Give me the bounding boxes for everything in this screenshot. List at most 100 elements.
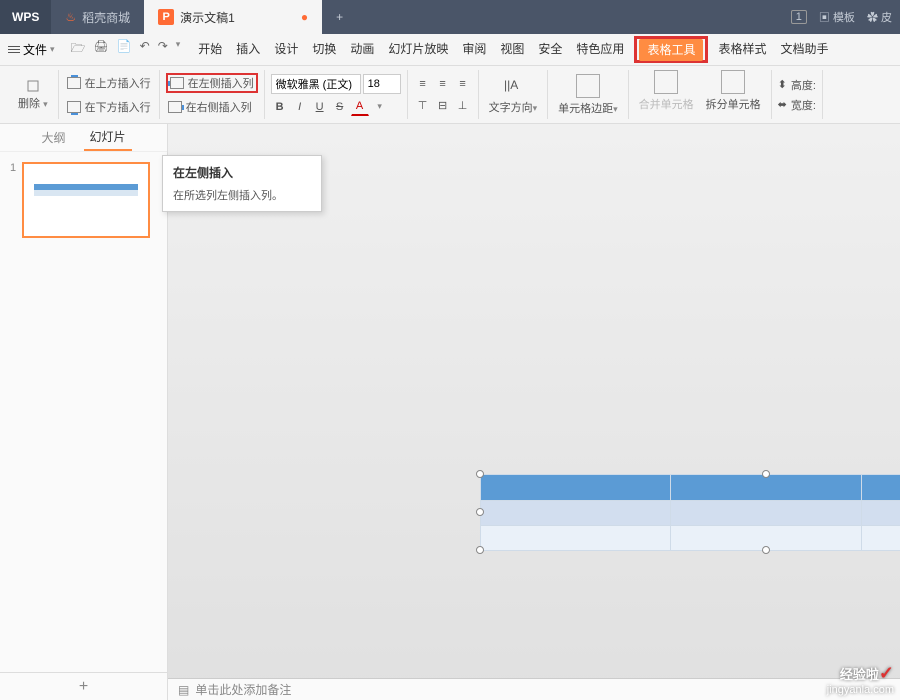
table-row (481, 475, 900, 501)
notification-badge[interactable]: 1 (791, 10, 807, 24)
merge-icon (654, 70, 678, 94)
ribbon-toolbar: 删除 ▾ 在上方插入行 在下方插入行 在左侧插入列 在右侧插入列 B I U (0, 66, 900, 124)
tab-start[interactable]: 开始 (194, 36, 226, 63)
panel-tabs: 大纲 幻灯片 (0, 124, 167, 152)
qa-more-icon[interactable]: ▾ (176, 39, 181, 60)
tab-tabletools[interactable]: 表格工具 (639, 39, 703, 61)
align-right-icon[interactable]: ≡ (454, 75, 472, 93)
table-object[interactable] (480, 474, 900, 550)
file-menu[interactable]: 文件 ▾ (8, 41, 55, 58)
tab-store-label: 稻壳商城 (82, 9, 130, 26)
insert-right-icon (168, 101, 182, 113)
section-merge-split: 合并单元格 拆分单元格 (629, 70, 772, 119)
insert-below-icon (67, 101, 81, 113)
menu-left: 文件 ▾ 🗁 🖨 📄 ↶ ↷ ▾ (8, 39, 180, 60)
cellmargin-label: 单元格边距▾ (558, 100, 618, 116)
notes-placeholder: 单击此处添加备注 (195, 681, 291, 698)
svg-text:||A: ||A (504, 78, 518, 92)
undo-icon[interactable]: ↶ (140, 39, 150, 60)
resize-handle[interactable] (476, 470, 484, 478)
insert-row-below[interactable]: 在下方插入行 (65, 97, 153, 117)
title-right-controls: 1 ▣ 模板 ✿ 皮 (791, 9, 900, 25)
tab-outline[interactable]: 大纲 (35, 125, 71, 150)
section-textdir: ||A 文字方向▾ (479, 70, 549, 119)
tab-tablestyle[interactable]: 表格样式 (714, 36, 770, 63)
width-label: 宽度: (791, 97, 816, 113)
ribbon-tabs: 开始 插入 设计 切换 动画 幻灯片放映 审阅 视图 安全 特色应用 表格工具 … (194, 36, 832, 63)
new-tab-button[interactable]: + (322, 10, 357, 24)
tab-transition[interactable]: 切换 (308, 36, 340, 63)
add-slide-button[interactable]: + (0, 672, 167, 700)
tab-special[interactable]: 特色应用 (572, 36, 628, 63)
tooltip-insert-left: 在左侧插入 在所选列左侧插入列。 (162, 155, 322, 212)
split-cells-button[interactable]: 拆分单元格 (702, 70, 765, 119)
tab-insert[interactable]: 插入 (232, 36, 264, 63)
width-row: ⬌ 宽度: (778, 97, 816, 113)
tab-security[interactable]: 安全 (534, 36, 566, 63)
tab-view[interactable]: 视图 (496, 36, 528, 63)
tooltip-body: 在所选列左侧插入列。 (173, 187, 311, 203)
bold-button[interactable]: B (271, 98, 289, 116)
resize-handle[interactable] (762, 546, 770, 554)
tab-slides[interactable]: 幻灯片 (84, 124, 132, 151)
valign-bot-icon[interactable]: ⊥ (454, 97, 472, 115)
font-size-select[interactable] (363, 74, 401, 94)
resize-handle[interactable] (476, 508, 484, 516)
section-delete: 删除 ▾ (8, 70, 59, 119)
thumb-table-icon (34, 184, 138, 196)
workspace: 大纲 幻灯片 1 + (0, 124, 900, 700)
align-center-icon[interactable]: ≡ (434, 75, 452, 93)
save-icon[interactable]: 🖨 (93, 39, 108, 60)
split-icon (721, 70, 745, 94)
italic-button[interactable]: I (291, 98, 309, 116)
tab-design[interactable]: 设计 (270, 36, 302, 63)
insert-col-left[interactable]: 在左侧插入列 (166, 73, 258, 93)
width-icon: ⬌ (778, 98, 787, 111)
textdir-label: 文字方向▾ (489, 99, 538, 115)
notes-icon: ▤ (178, 683, 189, 697)
redo-icon[interactable]: ↷ (158, 39, 168, 60)
font-more-icon[interactable]: ▾ (371, 98, 389, 116)
strike-button[interactable]: S (331, 98, 349, 116)
tab-document[interactable]: P 演示文稿1 ● (144, 0, 322, 34)
text-direction-button[interactable]: ||A 文字方向▾ (485, 75, 542, 115)
thumbnail-list: 1 (0, 152, 167, 672)
watermark: 经验啦✓ jingyanla.com (827, 663, 894, 696)
quick-access: 🗁 🖨 📄 ↶ ↷ ▾ (71, 39, 181, 60)
delete-button[interactable]: 删除 ▾ (14, 79, 52, 111)
font-color-button[interactable]: A (351, 98, 369, 116)
section-insert-col: 在左侧插入列 在右侧插入列 (160, 70, 265, 119)
slide-thumb-1[interactable]: 1 (10, 162, 157, 238)
resize-handle[interactable] (476, 546, 484, 554)
insert-left-label: 在左侧插入列 (188, 75, 254, 91)
insert-right-label: 在右侧插入列 (186, 99, 252, 115)
text-direction-icon: ||A (502, 75, 524, 97)
skin-link[interactable]: ✿ 皮 (867, 9, 892, 25)
slide-table[interactable] (480, 474, 900, 551)
open-icon[interactable]: 🗁 (71, 39, 86, 60)
tab-document-label: 演示文稿1 (180, 9, 235, 26)
highlight-box-tabletools: 表格工具 (634, 36, 708, 63)
insert-row-above[interactable]: 在上方插入行 (65, 73, 153, 93)
insert-below-label: 在下方插入行 (85, 99, 151, 115)
tab-store[interactable]: ♨ 稻壳商城 (51, 0, 144, 34)
valign-top-icon[interactable]: ⊤ (414, 97, 432, 115)
tab-animation[interactable]: 动画 (346, 36, 378, 63)
align-left-icon[interactable]: ≡ (414, 75, 432, 93)
cell-margin-button[interactable]: 单元格边距▾ (554, 74, 622, 116)
resize-handle[interactable] (762, 470, 770, 478)
tab-slideshow[interactable]: 幻灯片放映 (384, 36, 452, 63)
insert-col-right[interactable]: 在右侧插入列 (166, 97, 258, 117)
split-label: 拆分单元格 (706, 96, 761, 112)
font-name-select[interactable] (271, 74, 361, 94)
print-icon[interactable]: 📄 (117, 39, 132, 60)
template-link[interactable]: ▣ 模板 (819, 9, 855, 25)
height-label: 高度: (791, 77, 816, 93)
tab-dochelper[interactable]: 文档助手 (776, 36, 832, 63)
tab-review[interactable]: 审阅 (458, 36, 490, 63)
modified-dot-icon: ● (301, 10, 308, 24)
valign-mid-icon[interactable]: ⊟ (434, 97, 452, 115)
notes-bar[interactable]: ▤ 单击此处添加备注 (168, 678, 900, 700)
insert-above-label: 在上方插入行 (85, 75, 151, 91)
underline-button[interactable]: U (311, 98, 329, 116)
